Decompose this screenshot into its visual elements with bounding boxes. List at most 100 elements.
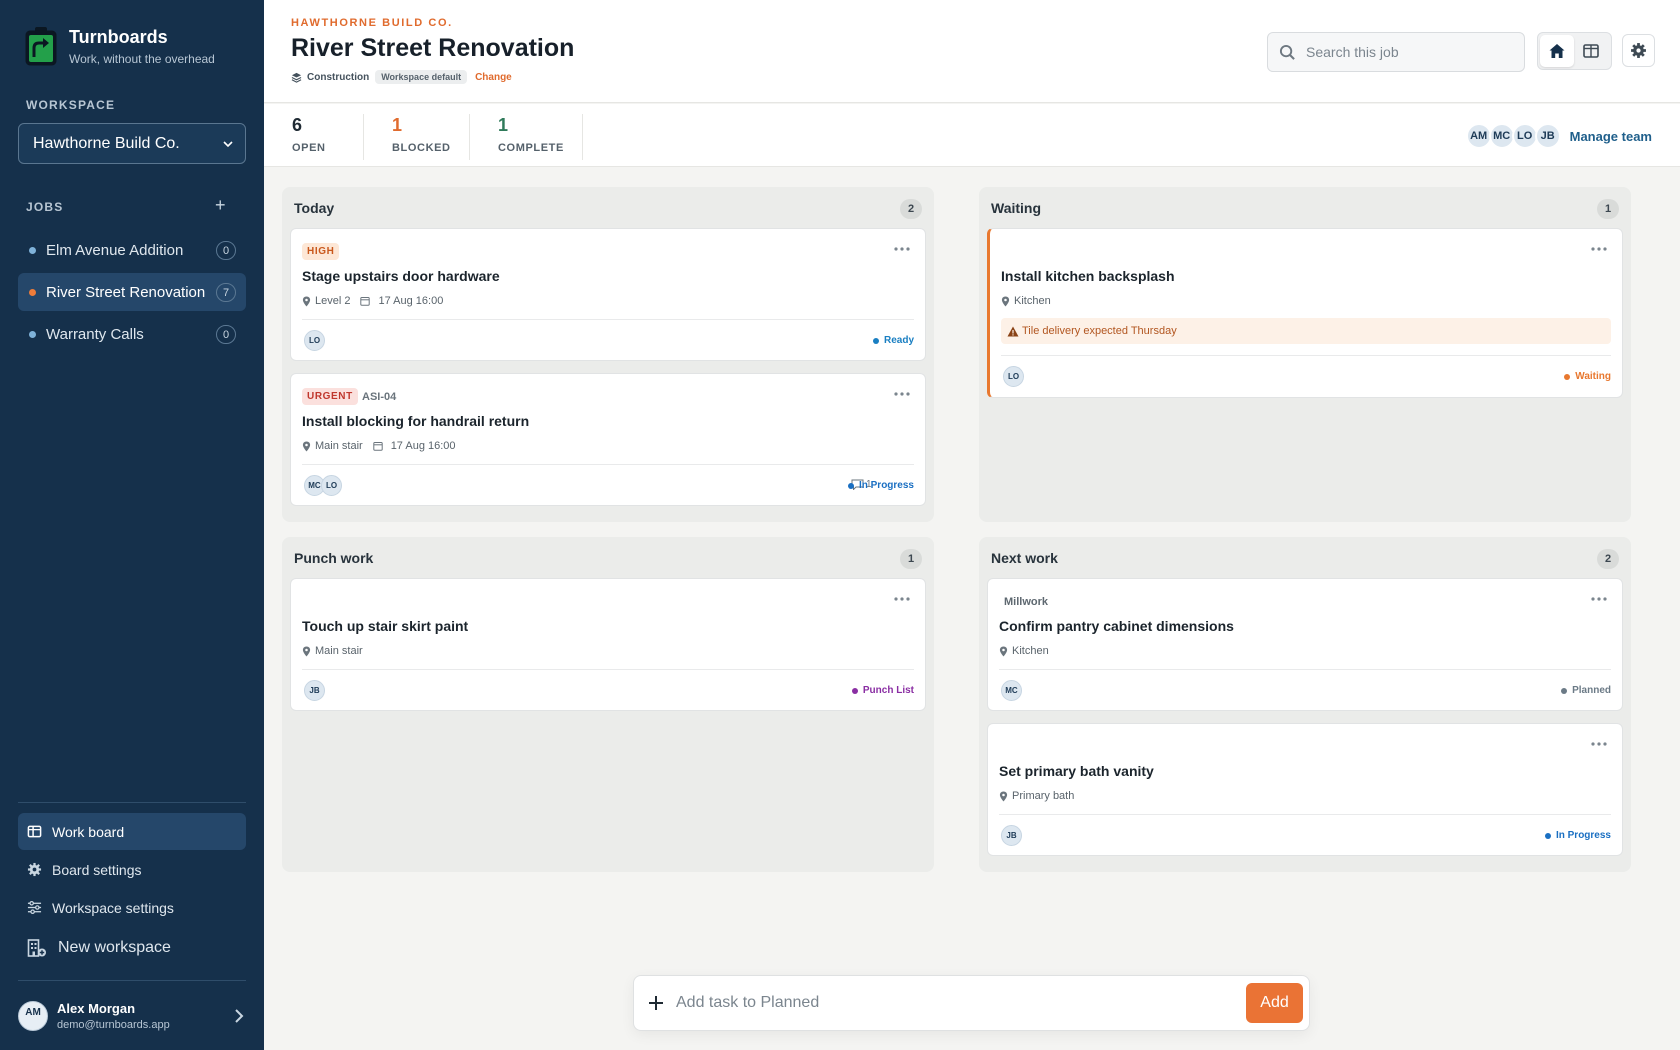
workspace-select[interactable]: Hawthorne Build Co. [18,123,246,164]
sidebar-divider [18,980,246,981]
more-icon[interactable] [894,392,910,396]
job-item-river-street-renovation[interactable]: River Street Renovation 7 [18,273,246,311]
gear-icon [27,862,42,877]
jobs-label: JOBS [26,200,64,214]
job-item-elm-avenue-addition[interactable]: Elm Avenue Addition 0 [18,231,246,269]
nav-new-workspace[interactable]: New workspace [18,929,246,966]
status-badge: In Progress [847,480,914,491]
task-card[interactable]: Install kitchen backsplash Kitchen Tile … [987,228,1623,398]
nav-label: Board settings [52,861,142,878]
column-title: Today [294,200,335,216]
sidebar: Turnboards Work, without the overhead WO… [0,0,264,1050]
card-divider [302,319,914,320]
task-card[interactable]: URGENT ASI-04 Install blocking for handr… [290,373,926,506]
card-divider [302,464,914,465]
nav-label: Work board [52,823,125,840]
calendar-icon [360,297,371,306]
blocker-text: Tile delivery expected Thursday [1022,325,1177,337]
card-meta: Kitchen [999,645,1049,657]
add-job-button[interactable]: + [215,196,226,214]
nav-board-settings[interactable]: Board settings [18,851,246,888]
job-item-warranty-calls[interactable]: Warranty Calls 0 [18,315,246,353]
more-icon[interactable] [1591,597,1607,601]
card-divider [999,669,1611,670]
more-icon[interactable] [1591,742,1607,746]
avatar[interactable]: JB [1534,123,1561,149]
job-count: 0 [216,325,236,344]
stat-value: 1 [498,115,509,135]
avatar[interactable]: AM [1465,123,1492,149]
task-card[interactable]: Set primary bath vanity Primary bath JB … [987,723,1623,856]
avatar[interactable]: LO [1511,123,1538,149]
layers-icon [291,72,302,83]
assignee-avatar[interactable]: LO [1003,366,1024,387]
assignee-avatar[interactable]: MC [1001,680,1022,701]
workspace-select-value: Hawthorne Build Co. [33,134,180,152]
stat-label: BLOCKED [392,142,451,154]
card-title: Set primary bath vanity [999,763,1154,779]
assignee-avatar[interactable]: JB [1001,825,1022,846]
task-card[interactable]: Millwork Confirm pantry cabinet dimensio… [987,578,1623,711]
card-title: Confirm pantry cabinet dimensions [999,618,1234,634]
warning-icon [1007,326,1019,336]
company-name: HAWTHORNE BUILD CO. [291,17,453,29]
board-view-button[interactable] [1574,35,1608,67]
stat-divider [363,114,364,160]
user-menu[interactable]: AM Alex Morgan demo@turnboards.app [18,1000,246,1032]
view-toggle [1537,32,1612,70]
nav-workspace-settings[interactable]: Workspace settings [18,889,246,926]
brand[interactable]: Turnboards Work, without the overhead [24,26,215,66]
stat-divider [582,114,583,160]
status-badge: Punch List [851,685,914,696]
job-name: Warranty Calls [46,325,144,343]
assignee-avatar[interactable]: LO [321,475,342,496]
location-pin-icon [302,646,311,656]
change-type-link[interactable]: Change [475,72,512,83]
card-location: Primary bath [1012,790,1075,802]
manage-team-link[interactable]: Manage team [1570,129,1652,144]
settings-button[interactable] [1622,34,1655,67]
sliders-icon [27,900,42,915]
avatar[interactable]: MC [1488,123,1515,149]
priority-tag: URGENT [302,388,358,405]
task-card[interactable]: HIGH Stage upstairs door hardware Level … [290,228,926,361]
chevron-down-icon [223,140,233,147]
status-dot [872,337,879,344]
card-meta: Main stair [302,645,363,657]
assignee-avatar[interactable]: LO [304,330,325,351]
turnboards-logo-icon [25,27,57,66]
card-due: 17 Aug 16:00 [390,440,456,452]
chevron-right-icon [235,1009,244,1023]
more-icon[interactable] [894,597,910,601]
assignee-avatar[interactable]: JB [304,680,325,701]
team: AM MC LO JB Manage team [1465,123,1652,149]
status-dot [1561,687,1568,694]
nav-label: New workspace [58,938,171,956]
status-dot [847,482,854,489]
column-count: 1 [900,549,922,569]
status-dot [1544,832,1551,839]
job-dot [29,246,36,254]
job-name: River Street Renovation [46,283,206,301]
home-view-button[interactable] [1540,35,1574,67]
job-count: 7 [216,283,236,302]
add-task-input[interactable]: Add task to Planned [676,994,1246,1012]
more-icon[interactable] [1591,247,1607,251]
job-dot [29,288,36,296]
nav-label: Workspace settings [52,899,174,916]
search-input[interactable]: Search this job [1267,32,1525,72]
add-task-button[interactable]: Add [1246,983,1303,1023]
card-location: Main stair [315,440,363,452]
job-count: 0 [216,241,236,260]
card-meta: Primary bath [999,790,1074,802]
user-avatar: AM [18,1001,48,1031]
card-divider [999,814,1611,815]
card-reference: ASI-04 [362,391,397,403]
nav-work-board[interactable]: Work board [18,813,246,850]
more-icon[interactable] [894,247,910,251]
task-card[interactable]: Touch up stair skirt paint Main stair JB… [290,578,926,711]
brand-tagline: Work, without the overhead [69,52,215,66]
user-email: demo@turnboards.app [57,1019,170,1031]
search-placeholder: Search this job [1306,44,1399,60]
workspace-default-badge: Workspace default [375,70,468,84]
